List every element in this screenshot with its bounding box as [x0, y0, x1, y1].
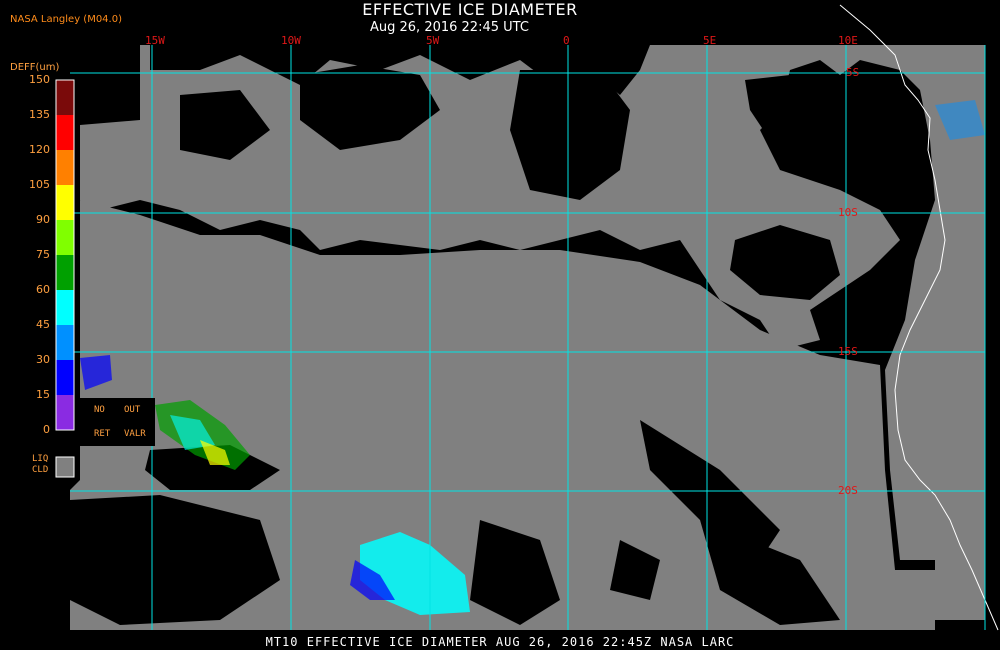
- page-title: EFFECTIVE ICE DIAMETER: [362, 0, 578, 19]
- colorbar-swatch: [56, 185, 74, 220]
- colorbar-swatch: [56, 150, 74, 185]
- colorbar-title: DEFF(um): [10, 62, 60, 73]
- legend-no-ret: RET: [94, 429, 111, 439]
- colorbar-tick: 75: [36, 248, 50, 261]
- lon-label: 5W: [426, 34, 440, 47]
- colorbar-tick: 90: [36, 213, 50, 226]
- colorbar-tick: 15: [36, 388, 50, 401]
- timestamp: Aug 26, 2016 22:45 UTC: [370, 20, 529, 35]
- colorbar-swatch: [56, 325, 74, 360]
- colorbar-swatch: [56, 290, 74, 325]
- lat-label: 5S: [846, 66, 860, 79]
- colorbar-swatch: [56, 220, 74, 255]
- colorbar-tick: 0: [43, 423, 50, 436]
- colorbar-swatch: [56, 395, 74, 430]
- legend-no-ret: NO: [94, 405, 105, 415]
- colorbar-tick: 45: [36, 318, 50, 331]
- legend-liquid-cloud: CLD: [32, 465, 49, 475]
- legend-liquid-cloud: LIQ: [32, 454, 49, 464]
- lat-label: 15S: [838, 345, 858, 358]
- lon-label: 0: [563, 34, 570, 47]
- source-label: NASA Langley (M04.0): [10, 14, 122, 25]
- lon-label: 5E: [703, 34, 717, 47]
- colorbar-swatch: [56, 255, 74, 290]
- legend-swatch-liquid: [55, 456, 75, 478]
- colorbar-swatch: [56, 80, 74, 115]
- legend-out-valr: OUT: [124, 405, 141, 415]
- lon-label: 15W: [145, 34, 165, 47]
- satellite-map: [0, 0, 1000, 650]
- lat-label: 10S: [838, 206, 858, 219]
- colorbar-tick: 150: [29, 73, 50, 86]
- legend-out-valr: VALR: [124, 429, 146, 439]
- colorbar-tick: 105: [29, 178, 50, 191]
- colorbar-tick: 120: [29, 143, 50, 156]
- lon-label: 10E: [838, 34, 858, 47]
- colorbar-tick: 30: [36, 353, 50, 366]
- colorbar-swatch: [56, 360, 74, 395]
- colorbar-tick: 60: [36, 283, 50, 296]
- colorbar-swatch: [56, 115, 74, 150]
- lat-label: 20S: [838, 484, 858, 497]
- lon-label: 10W: [281, 34, 301, 47]
- footer-caption: MT10 EFFECTIVE ICE DIAMETER AUG 26, 2016…: [265, 635, 735, 649]
- colorbar-tick: 135: [29, 108, 50, 121]
- colorbar: [55, 79, 75, 431]
